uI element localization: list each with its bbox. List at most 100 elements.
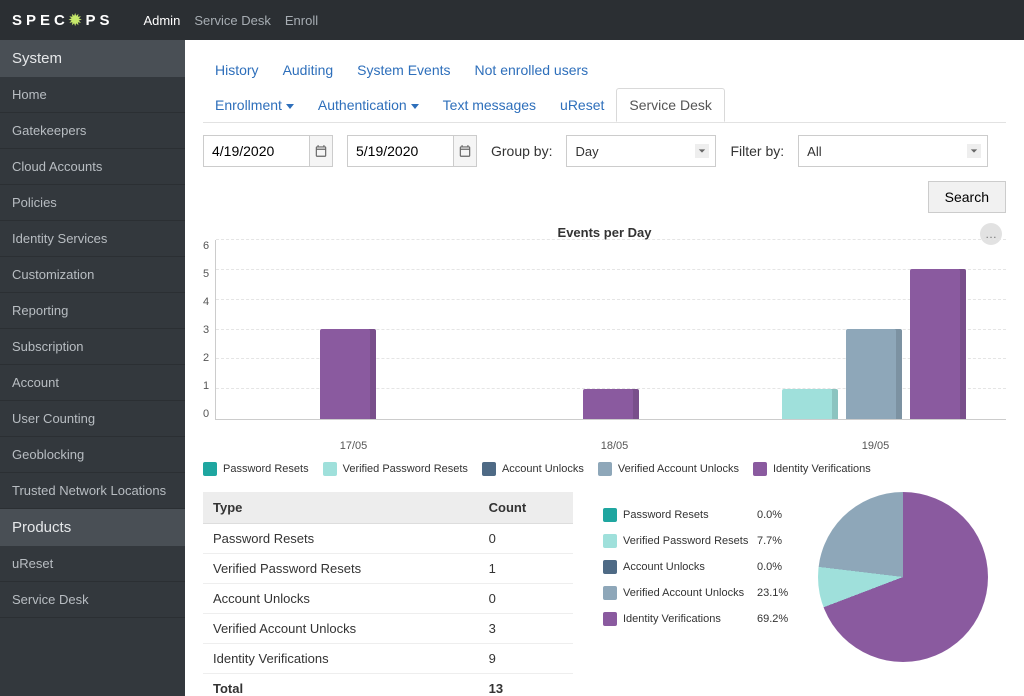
date-to-input[interactable] xyxy=(348,143,453,159)
swatch-icon xyxy=(603,612,617,626)
sidebar-item-user-counting[interactable]: User Counting xyxy=(0,401,185,437)
summary-table: Type Count Password Resets0Verified Pass… xyxy=(203,492,573,696)
date-from-input[interactable] xyxy=(204,143,309,159)
bar-chart: … Events per Day 6543210 17/0518/0519/05… xyxy=(203,225,1006,476)
chevron-down-icon xyxy=(967,144,981,158)
swatch-icon xyxy=(323,462,337,476)
table-row: Verified Account Unlocks3 xyxy=(203,614,573,644)
topnav-service-desk[interactable]: Service Desk xyxy=(194,13,271,28)
chevron-down-icon xyxy=(286,104,294,109)
swatch-icon xyxy=(603,560,617,574)
tabs-secondary: EnrollmentAuthenticationText messagesuRe… xyxy=(203,88,1006,123)
controls-bar: Group by: Day Filter by: All Search xyxy=(203,135,1006,213)
sidebar-item-home[interactable]: Home xyxy=(0,77,185,113)
bar-vpr[interactable] xyxy=(782,389,838,419)
filter-by-label: Filter by: xyxy=(730,143,784,159)
sidebar-item-subscription[interactable]: Subscription xyxy=(0,329,185,365)
sidebar-item-customization[interactable]: Customization xyxy=(0,257,185,293)
swatch-icon xyxy=(603,586,617,600)
sidebar-section-products: Products xyxy=(0,509,185,546)
sidebar-item-gatekeepers[interactable]: Gatekeepers xyxy=(0,113,185,149)
tab-not-enrolled-users[interactable]: Not enrolled users xyxy=(463,54,601,86)
legend-item[interactable]: Password Resets xyxy=(203,462,309,476)
sidebar-item-geoblocking[interactable]: Geoblocking xyxy=(0,437,185,473)
group-by-select[interactable]: Day xyxy=(566,135,716,167)
chart-title: Events per Day xyxy=(203,225,1006,240)
tab-system-events[interactable]: System Events xyxy=(345,54,462,86)
col-type: Type xyxy=(203,492,479,524)
table-row: Identity Verifications9 xyxy=(203,644,573,674)
logo-o-icon: ✹ xyxy=(69,11,86,29)
topnav-admin[interactable]: Admin xyxy=(143,13,180,28)
y-axis: 6543210 xyxy=(203,240,215,420)
swatch-icon xyxy=(482,462,496,476)
tab-ureset[interactable]: uReset xyxy=(548,89,616,121)
total-value: 13 xyxy=(479,674,573,696)
tab-auditing[interactable]: Auditing xyxy=(271,54,346,86)
sidebar-item-service-desk[interactable]: Service Desk xyxy=(0,582,185,618)
sidebar-section-system: System xyxy=(0,40,185,77)
legend-item[interactable]: Verified Account Unlocks xyxy=(598,462,739,476)
group-by-value: Day xyxy=(575,144,598,159)
sidebar-item-reporting[interactable]: Reporting xyxy=(0,293,185,329)
bar-iv[interactable] xyxy=(910,269,966,419)
filter-by-select[interactable]: All xyxy=(798,135,988,167)
table-row: Verified Password Resets1 xyxy=(203,554,573,584)
bar-vau[interactable] xyxy=(846,329,902,419)
tab-authentication[interactable]: Authentication xyxy=(306,89,431,121)
legend-item[interactable]: Identity Verifications xyxy=(753,462,871,476)
x-axis: 17/0518/0519/05 xyxy=(223,440,1006,452)
topbar: SPEC✹PS Admin Service Desk Enroll xyxy=(0,0,1024,40)
group-by-label: Group by: xyxy=(491,143,552,159)
bar-iv[interactable] xyxy=(320,329,376,419)
pie-legend-item[interactable]: Account Unlocks0.0% xyxy=(603,554,788,580)
sidebar-item-trusted-network-locations[interactable]: Trusted Network Locations xyxy=(0,473,185,509)
pie-legend-item[interactable]: Verified Password Resets7.7% xyxy=(603,528,788,554)
tab-text-messages[interactable]: Text messages xyxy=(431,89,548,121)
sidebar-item-policies[interactable]: Policies xyxy=(0,185,185,221)
sidebar-item-ureset[interactable]: uReset xyxy=(0,546,185,582)
pie-legend-item[interactable]: Verified Account Unlocks23.1% xyxy=(603,580,788,606)
sidebar-item-cloud-accounts[interactable]: Cloud Accounts xyxy=(0,149,185,185)
date-from[interactable] xyxy=(203,135,333,167)
legend-item[interactable]: Account Unlocks xyxy=(482,462,584,476)
bar-legend: Password Resets Verified Password Resets A… xyxy=(203,462,1006,476)
swatch-icon xyxy=(603,508,617,522)
search-button[interactable]: Search xyxy=(928,181,1006,213)
bar-group xyxy=(782,269,966,419)
tab-enrollment[interactable]: Enrollment xyxy=(203,89,306,121)
swatch-icon xyxy=(603,534,617,548)
bar-group xyxy=(583,389,639,419)
tabs-primary: HistoryAuditingSystem EventsNot enrolled… xyxy=(203,54,1006,86)
table-row: Password Resets0 xyxy=(203,524,573,554)
calendar-icon[interactable] xyxy=(453,136,476,166)
chevron-down-icon xyxy=(411,104,419,109)
main-content: HistoryAuditingSystem EventsNot enrolled… xyxy=(185,40,1024,696)
table-row: Account Unlocks0 xyxy=(203,584,573,614)
pie-legend-item[interactable]: Identity Verifications69.2% xyxy=(603,606,788,632)
date-to[interactable] xyxy=(347,135,477,167)
pie-legend: Password Resets0.0%Verified Password Res… xyxy=(603,502,788,696)
filter-by-value: All xyxy=(807,144,821,159)
swatch-icon xyxy=(598,462,612,476)
topnav-enroll[interactable]: Enroll xyxy=(285,13,318,28)
bar-group xyxy=(320,329,376,419)
chevron-down-icon xyxy=(695,144,709,158)
swatch-icon xyxy=(203,462,217,476)
topnav: Admin Service Desk Enroll xyxy=(129,13,318,28)
sidebar: SystemHomeGatekeepersCloud AccountsPolic… xyxy=(0,40,185,696)
sidebar-item-identity-services[interactable]: Identity Services xyxy=(0,221,185,257)
pie-legend-item[interactable]: Password Resets0.0% xyxy=(603,502,788,528)
sidebar-item-account[interactable]: Account xyxy=(0,365,185,401)
col-count: Count xyxy=(479,492,573,524)
tab-service-desk[interactable]: Service Desk xyxy=(616,88,724,122)
pie-chart xyxy=(818,492,998,672)
logo: SPEC✹PS xyxy=(12,11,113,29)
legend-item[interactable]: Verified Password Resets xyxy=(323,462,468,476)
tab-history[interactable]: History xyxy=(203,54,271,86)
swatch-icon xyxy=(753,462,767,476)
calendar-icon[interactable] xyxy=(309,136,332,166)
total-label: Total xyxy=(203,674,479,696)
bar-iv[interactable] xyxy=(583,389,639,419)
plot-area xyxy=(215,240,1006,420)
